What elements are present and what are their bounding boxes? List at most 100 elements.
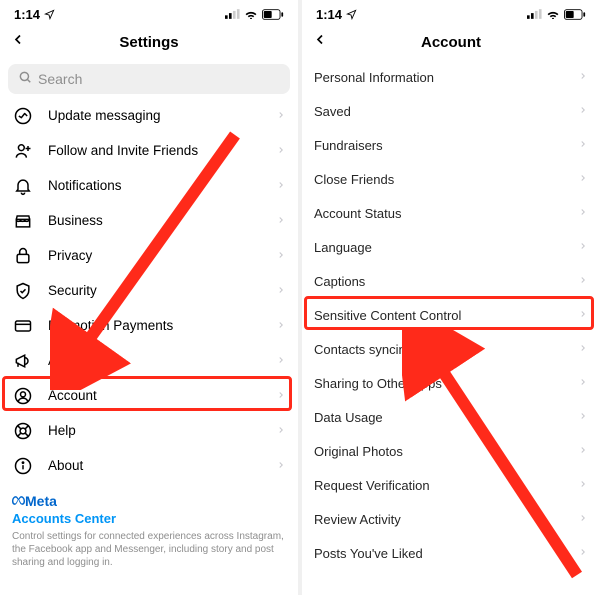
- status-bar: 1:14: [302, 0, 600, 24]
- chevron-right-icon: [578, 408, 588, 426]
- accounts-center-link[interactable]: Accounts Center: [12, 511, 286, 526]
- chevron-right-icon: [578, 340, 588, 358]
- account-row[interactable]: Sensitive Content Control: [302, 298, 600, 332]
- chevron-right-icon: [276, 387, 286, 405]
- account-row[interactable]: Language: [302, 230, 600, 264]
- nav-header: Account: [302, 24, 600, 60]
- accounts-center-desc: Control settings for connected experienc…: [12, 530, 286, 569]
- chevron-right-icon: [276, 177, 286, 195]
- settings-row-card[interactable]: Promotion Payments: [0, 308, 298, 343]
- status-time: 1:14: [316, 7, 342, 22]
- chevron-right-icon: [276, 352, 286, 370]
- chevron-right-icon: [578, 204, 588, 222]
- chevron-right-icon: [276, 107, 286, 125]
- row-label: Business: [48, 213, 276, 228]
- chevron-right-icon: [276, 282, 286, 300]
- settings-row-ads[interactable]: Ads: [0, 343, 298, 378]
- settings-row-lock[interactable]: Privacy: [0, 238, 298, 273]
- row-label: Account Status: [314, 206, 578, 221]
- row-label: Ads: [48, 353, 276, 368]
- location-icon: [44, 9, 55, 20]
- chevron-right-icon: [578, 476, 588, 494]
- row-label: Help: [48, 423, 276, 438]
- chevron-right-icon: [578, 102, 588, 120]
- row-label: Close Friends: [314, 172, 578, 187]
- lock-icon: [12, 245, 34, 267]
- row-label: Original Photos: [314, 444, 578, 459]
- row-label: Fundraisers: [314, 138, 578, 153]
- row-label: Personal Information: [314, 70, 578, 85]
- row-label: Posts You've Liked: [314, 546, 578, 561]
- nav-header: Settings: [0, 24, 298, 60]
- back-button[interactable]: [10, 32, 26, 53]
- row-label: Follow and Invite Friends: [48, 143, 276, 158]
- status-time: 1:14: [14, 7, 40, 22]
- search-placeholder: Search: [38, 71, 82, 87]
- search-icon: [18, 70, 32, 89]
- invite-icon: [12, 140, 34, 162]
- account-row[interactable]: Request Verification: [302, 468, 600, 502]
- chevron-right-icon: [578, 272, 588, 290]
- chevron-right-icon: [578, 238, 588, 256]
- chevron-right-icon: [578, 374, 588, 392]
- account-row[interactable]: Contacts syncing: [302, 332, 600, 366]
- chevron-right-icon: [578, 136, 588, 154]
- chevron-right-icon: [276, 422, 286, 440]
- cellular-icon: [527, 9, 542, 19]
- settings-row-account[interactable]: Account: [0, 378, 298, 413]
- chevron-right-icon: [276, 212, 286, 230]
- business-icon: [12, 210, 34, 232]
- settings-row-shield[interactable]: Security: [0, 273, 298, 308]
- account-row[interactable]: Data Usage: [302, 400, 600, 434]
- page-title: Settings: [119, 34, 178, 51]
- account-row[interactable]: Personal Information: [302, 60, 600, 94]
- row-label: Promotion Payments: [48, 318, 276, 333]
- settings-row-help[interactable]: Help: [0, 413, 298, 448]
- row-label: Account: [48, 388, 276, 403]
- shield-icon: [12, 280, 34, 302]
- row-label: Sensitive Content Control: [314, 308, 578, 323]
- chevron-right-icon: [578, 170, 588, 188]
- account-screen: 1:14 Account Personal Information Saved Fu…: [302, 0, 600, 595]
- card-icon: [12, 315, 34, 337]
- settings-row-bell[interactable]: Notifications: [0, 168, 298, 203]
- search-input[interactable]: Search: [8, 64, 290, 94]
- chevron-right-icon: [578, 442, 588, 460]
- row-label: Language: [314, 240, 578, 255]
- account-row[interactable]: Saved: [302, 94, 600, 128]
- account-row[interactable]: Original Photos: [302, 434, 600, 468]
- row-label: Notifications: [48, 178, 276, 193]
- settings-row-business[interactable]: Business: [0, 203, 298, 238]
- battery-icon: [262, 9, 284, 20]
- account-row[interactable]: Close Friends: [302, 162, 600, 196]
- chevron-right-icon: [276, 142, 286, 160]
- settings-screen: 1:14 Settings Search Update mes: [0, 0, 298, 595]
- bell-icon: [12, 175, 34, 197]
- settings-row-invite[interactable]: Follow and Invite Friends: [0, 133, 298, 168]
- chevron-right-icon: [578, 510, 588, 528]
- row-label: Privacy: [48, 248, 276, 263]
- account-icon: [12, 385, 34, 407]
- row-label: Update messaging: [48, 108, 276, 123]
- row-label: Review Activity: [314, 512, 578, 527]
- about-icon: [12, 455, 34, 477]
- chevron-right-icon: [276, 317, 286, 335]
- account-row[interactable]: Captions: [302, 264, 600, 298]
- account-row[interactable]: Fundraisers: [302, 128, 600, 162]
- account-row[interactable]: Review Activity: [302, 502, 600, 536]
- settings-row-messaging[interactable]: Update messaging: [0, 98, 298, 133]
- account-row[interactable]: Account Status: [302, 196, 600, 230]
- settings-list: Update messaging Follow and Invite Friend…: [0, 98, 298, 483]
- chevron-right-icon: [276, 457, 286, 475]
- chevron-right-icon: [578, 544, 588, 562]
- settings-row-about[interactable]: About: [0, 448, 298, 483]
- row-label: Data Usage: [314, 410, 578, 425]
- account-row[interactable]: Sharing to Other Apps: [302, 366, 600, 400]
- row-label: Request Verification: [314, 478, 578, 493]
- accounts-center-section[interactable]: Meta Accounts Center Control settings fo…: [0, 483, 298, 573]
- account-list: Personal Information Saved Fundraisers Clos…: [302, 60, 600, 570]
- back-button[interactable]: [312, 32, 328, 53]
- account-row[interactable]: Posts You've Liked: [302, 536, 600, 570]
- battery-icon: [564, 9, 586, 20]
- row-label: Sharing to Other Apps: [314, 376, 578, 391]
